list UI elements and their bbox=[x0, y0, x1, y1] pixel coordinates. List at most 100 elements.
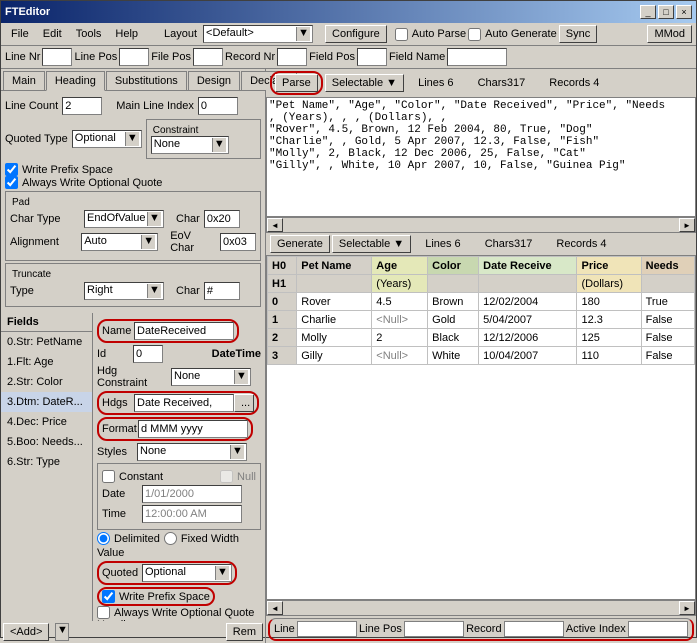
delimited-radio[interactable]: Delimited bbox=[97, 532, 160, 545]
menu-edit[interactable]: Edit bbox=[37, 26, 68, 42]
remove-button[interactable]: Rem bbox=[226, 623, 263, 641]
field-item-5[interactable]: 5.Boo: Needs... bbox=[1, 432, 92, 452]
gen-selectable-button[interactable]: Selectable ▼ bbox=[332, 235, 411, 253]
alignment-combo[interactable]: Auto▼ bbox=[81, 233, 158, 251]
tab-heading[interactable]: Heading bbox=[46, 71, 105, 91]
field-item-4[interactable]: 4.Dec: Price bbox=[1, 412, 92, 432]
id-input[interactable] bbox=[133, 345, 163, 363]
generate-toolbar: Generate Selectable ▼ Lines 6 Chars317 R… bbox=[266, 233, 696, 255]
constraint-combo[interactable]: None▼ bbox=[151, 136, 229, 154]
fixedwidth-radio[interactable]: Fixed Width bbox=[164, 532, 239, 545]
hdgs-label: Hdgs bbox=[102, 397, 134, 409]
heading-panel: Line Count Main Line Index Quoted Type O… bbox=[1, 91, 265, 313]
parse-button[interactable]: Parse bbox=[275, 74, 318, 92]
table-row: 0Rover4.5Brown12/02/2004180True bbox=[268, 293, 695, 311]
trunc-char-label: Char bbox=[176, 285, 200, 297]
status-linepos-label: Line Pos bbox=[359, 623, 402, 635]
trunc-type-combo[interactable]: Right▼ bbox=[84, 282, 164, 300]
data-grid[interactable]: H0Pet NameAgeColorDate ReceivePriceNeeds… bbox=[266, 255, 696, 600]
parse-chars: Chars317 bbox=[478, 77, 526, 89]
styles-combo[interactable]: None▼ bbox=[137, 443, 247, 461]
date-input bbox=[142, 485, 242, 503]
parse-selectable-button[interactable]: Selectable ▼ bbox=[325, 74, 404, 92]
truncate-legend: Truncate bbox=[10, 269, 53, 280]
field-item-6[interactable]: 6.Str: Type bbox=[1, 452, 92, 472]
add-dropdown[interactable]: ▼ bbox=[55, 623, 69, 641]
format-input[interactable] bbox=[138, 420, 248, 438]
close-button[interactable]: × bbox=[676, 5, 692, 19]
status-active-label: Active Index bbox=[566, 623, 626, 635]
char-input[interactable] bbox=[204, 210, 240, 228]
field-item-3[interactable]: 3.Dtm: DateR... bbox=[1, 392, 92, 412]
field-item-0[interactable]: 0.Str: PetName bbox=[1, 332, 92, 352]
tab-substitutions[interactable]: Substitutions bbox=[106, 71, 187, 90]
add-button[interactable]: <Add> bbox=[3, 623, 49, 641]
filepos-field bbox=[193, 48, 223, 66]
tab-main[interactable]: Main bbox=[3, 71, 45, 90]
table-row: 3Gilly<Null>White10/04/2007110False bbox=[268, 347, 695, 365]
trunc-type-label: Type bbox=[10, 285, 80, 297]
value-quoted-combo[interactable]: Optional▼ bbox=[142, 564, 232, 582]
raw-hscroll[interactable]: ◄► bbox=[266, 217, 696, 233]
quotedtype-combo[interactable]: Optional▼ bbox=[72, 130, 142, 148]
menubar: File Edit Tools Help Layout <Default>▼ C… bbox=[1, 23, 696, 46]
linenr-field bbox=[42, 48, 72, 66]
hdgs-input[interactable] bbox=[134, 394, 234, 412]
always-write-optional-quote-check[interactable]: Always Write Optional Quote bbox=[5, 176, 261, 189]
status-record-label: Record bbox=[466, 623, 501, 635]
char-label: Char bbox=[176, 213, 200, 225]
minimize-button[interactable]: _ bbox=[640, 5, 656, 19]
constant-check[interactable]: Constant bbox=[102, 470, 163, 483]
linecount-input[interactable] bbox=[62, 97, 102, 115]
constraint-label: Constraint bbox=[151, 125, 201, 136]
value-wps-check[interactable]: Write Prefix Space bbox=[102, 590, 210, 603]
tab-design[interactable]: Design bbox=[188, 71, 240, 90]
hdgconstraint-label: Hdg Constraint bbox=[97, 365, 167, 389]
fieldname-field bbox=[447, 48, 507, 66]
chartype-label: Char Type bbox=[10, 213, 80, 225]
field-item-2[interactable]: 2.Str: Color bbox=[1, 372, 92, 392]
gen-records: Records 4 bbox=[556, 238, 606, 250]
value-awoq-check[interactable]: Always Write Optional Quote bbox=[97, 606, 261, 619]
parse-records: Records 4 bbox=[549, 77, 599, 89]
value-legend: Value bbox=[97, 547, 261, 559]
null-check: Null bbox=[220, 470, 256, 483]
mainlineidx-input[interactable] bbox=[198, 97, 238, 115]
linepos-label: Line Pos bbox=[74, 51, 117, 63]
styles-label: Styles bbox=[97, 446, 133, 458]
datatype-label: DateTime bbox=[212, 348, 261, 360]
grid-hscroll[interactable]: ◄► bbox=[266, 600, 696, 616]
parse-lines: Lines 6 bbox=[418, 77, 453, 89]
menu-help[interactable]: Help bbox=[109, 26, 144, 42]
status-record bbox=[504, 621, 564, 637]
linenr-label: Line Nr bbox=[5, 51, 40, 63]
auto-parse-check[interactable]: Auto Parse bbox=[395, 28, 466, 41]
hdgs-browse-button[interactable]: ... bbox=[234, 394, 254, 412]
parse-toolbar: Parse Selectable ▼ Lines 6 Chars317 Reco… bbox=[266, 69, 696, 97]
layout-combo[interactable]: <Default>▼ bbox=[203, 25, 313, 43]
gen-lines: Lines 6 bbox=[425, 238, 460, 250]
generate-button[interactable]: Generate bbox=[270, 235, 330, 253]
chartype-combo[interactable]: EndOfValue▼ bbox=[84, 210, 164, 228]
fieldpos-label: Field Pos bbox=[309, 51, 355, 63]
quotedtype-label: Quoted Type bbox=[5, 133, 68, 145]
raw-text-area[interactable]: "Pet Name", "Age", "Color", "Date Receiv… bbox=[266, 97, 696, 217]
fieldpos-field bbox=[357, 48, 387, 66]
eovchar-input[interactable] bbox=[220, 233, 256, 251]
name-input[interactable] bbox=[134, 322, 234, 340]
titlebar: FTEditor _ □ × bbox=[1, 1, 696, 23]
sync-button[interactable]: Sync bbox=[559, 25, 597, 43]
configure-button[interactable]: Configure bbox=[325, 25, 387, 43]
status-linepos bbox=[404, 621, 464, 637]
menu-tools[interactable]: Tools bbox=[70, 26, 108, 42]
field-item-1[interactable]: 1.Flt: Age bbox=[1, 352, 92, 372]
hdgconstraint-combo[interactable]: None▼ bbox=[171, 368, 251, 386]
auto-generate-check[interactable]: Auto Generate bbox=[468, 28, 557, 41]
menu-file[interactable]: File bbox=[5, 26, 35, 42]
write-prefix-space-check[interactable]: Write Prefix Space bbox=[5, 163, 261, 176]
mmod-button[interactable]: MMod bbox=[647, 25, 692, 43]
id-label: Id bbox=[97, 348, 129, 360]
maximize-button[interactable]: □ bbox=[658, 5, 674, 19]
table-row: 1Charlie<Null>Gold5/04/200712.3False bbox=[268, 311, 695, 329]
trunc-char-input[interactable] bbox=[204, 282, 240, 300]
